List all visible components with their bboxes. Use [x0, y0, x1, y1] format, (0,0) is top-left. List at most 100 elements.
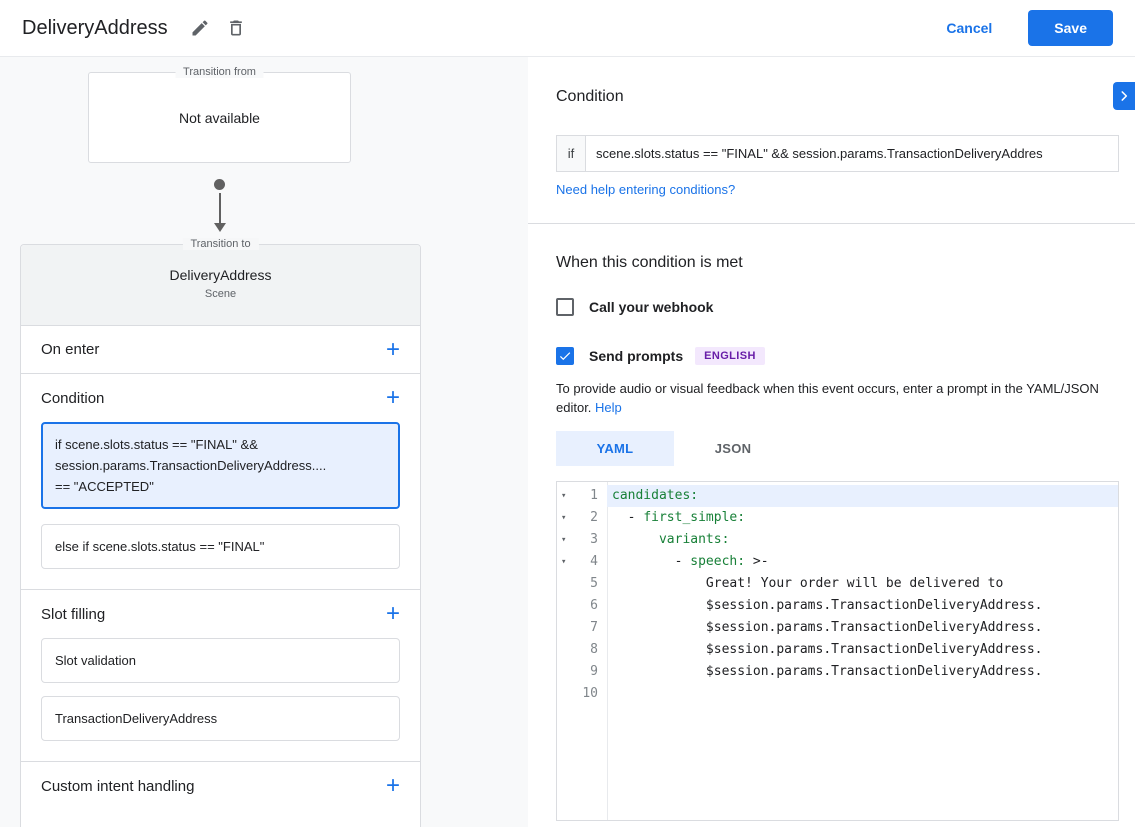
line-number: 1 [575, 485, 607, 507]
webhook-row: Call your webhook [556, 298, 713, 316]
topbar-actions: Cancel Save [946, 10, 1113, 46]
code-line[interactable]: 6 $session.params.TransactionDeliveryAdd… [557, 595, 1118, 617]
condition-expression-input[interactable] [585, 135, 1119, 172]
scene-card: Transition to DeliveryAddress Scene On e… [20, 244, 421, 827]
condition-help-link[interactable]: Need help entering conditions? [556, 182, 735, 197]
line-number: 10 [575, 683, 607, 705]
condition-label: Condition [41, 390, 104, 407]
connector-dot [214, 179, 225, 190]
edit-title-button[interactable] [182, 10, 218, 46]
line-gutter: ▾1 [557, 485, 607, 507]
section-custom-intent[interactable]: Custom intent handling + [21, 762, 420, 810]
on-enter-label: On enter [41, 341, 99, 358]
save-button[interactable]: Save [1028, 10, 1113, 46]
send-prompts-row: Send prompts ENGLISH [556, 347, 765, 365]
prompt-help-text: To provide audio or visual feedback when… [556, 379, 1119, 417]
condition-item[interactable]: if scene.slots.status == "FINAL" && sess… [41, 422, 400, 509]
scene-editor-screen: DeliveryAddress Cancel Save Transition f… [0, 0, 1135, 827]
if-prefix-label: if [556, 135, 585, 172]
add-condition-icon[interactable]: + [386, 388, 400, 408]
prompt-help-link[interactable]: Help [595, 400, 622, 415]
pencil-icon [190, 18, 210, 38]
line-gutter: ▾3 [557, 529, 607, 551]
code-line[interactable]: ▾3 variants: [557, 529, 1118, 551]
connector-arrowhead-icon [214, 223, 226, 232]
condition-detail-panel: Condition if Need help entering conditio… [528, 57, 1135, 827]
code-line[interactable]: ▾2 - first_simple: [557, 507, 1118, 529]
condition-item[interactable]: else if scene.slots.status == "FINAL" [41, 524, 400, 569]
webhook-checkbox[interactable] [556, 298, 574, 316]
custom-intent-label: Custom intent handling [41, 778, 194, 795]
prompt-help-body: To provide audio or visual feedback when… [556, 381, 1099, 415]
add-slot-icon[interactable]: + [386, 604, 400, 624]
code-text: - speech: >- [607, 551, 1118, 573]
code-line[interactable]: ▾4 - speech: >- [557, 551, 1118, 573]
code-line[interactable]: 5 Great! Your order will be delivered to [557, 573, 1118, 595]
code-text: $session.params.TransactionDeliveryAddre… [607, 639, 1118, 661]
condition-item-list: if scene.slots.status == "FINAL" && sess… [21, 422, 420, 590]
fold-arrow-icon[interactable]: ▾ [561, 485, 575, 507]
add-on-enter-icon[interactable]: + [386, 340, 400, 360]
tab-json[interactable]: JSON [674, 431, 792, 466]
slot-item[interactable]: Slot validation [41, 638, 400, 683]
fold-arrow-icon[interactable]: ▾ [561, 551, 575, 573]
code-text: $session.params.TransactionDeliveryAddre… [607, 595, 1118, 617]
delete-scene-button[interactable] [218, 10, 254, 46]
condition-heading: Condition [556, 88, 624, 106]
scene-type-label: Scene [21, 288, 420, 300]
collapse-panel-button[interactable] [1113, 82, 1135, 110]
code-line[interactable]: 7 $session.params.TransactionDeliveryAdd… [557, 617, 1118, 639]
code-line[interactable]: 9 $session.params.TransactionDeliveryAdd… [557, 661, 1118, 683]
line-gutter: 10 [557, 683, 607, 705]
line-gutter: 6 [557, 595, 607, 617]
webhook-label: Call your webhook [589, 299, 713, 315]
section-condition[interactable]: Condition + [21, 374, 420, 422]
fold-arrow-icon[interactable]: ▾ [561, 529, 575, 551]
code-line[interactable]: 10 [557, 683, 1118, 705]
line-number: 4 [575, 551, 607, 573]
transition-from-value: Not available [179, 110, 260, 126]
scene-graph-panel: Transition from Not available Transition… [0, 57, 528, 827]
scene-card-header[interactable]: Transition to DeliveryAddress Scene [21, 245, 420, 326]
line-gutter: ▾4 [557, 551, 607, 573]
code-line[interactable]: ▾1candidates: [557, 485, 1118, 507]
code-line[interactable]: 8 $session.params.TransactionDeliveryAdd… [557, 639, 1118, 661]
line-number: 5 [575, 573, 607, 595]
code-text: - first_simple: [607, 507, 1118, 529]
section-on-enter[interactable]: On enter + [21, 326, 420, 374]
line-number: 7 [575, 617, 607, 639]
trash-icon [226, 18, 246, 38]
cancel-button[interactable]: Cancel [946, 20, 992, 36]
top-bar: DeliveryAddress Cancel Save [0, 0, 1135, 57]
line-gutter: 8 [557, 639, 607, 661]
line-number: 3 [575, 529, 607, 551]
code-text: variants: [607, 529, 1118, 551]
send-prompts-checkbox[interactable] [556, 347, 574, 365]
line-gutter: 9 [557, 661, 607, 683]
checkmark-icon [558, 349, 572, 363]
add-custom-intent-icon[interactable]: + [386, 776, 400, 796]
tab-yaml[interactable]: YAML [556, 431, 674, 466]
line-number: 9 [575, 661, 607, 683]
fold-arrow-icon[interactable]: ▾ [561, 507, 575, 529]
code-text: $session.params.TransactionDeliveryAddre… [607, 661, 1118, 683]
chevron-right-icon [1117, 89, 1131, 103]
transition-to-label: Transition to [182, 238, 258, 250]
code-text: candidates: [607, 485, 1118, 507]
language-badge: ENGLISH [695, 347, 765, 365]
code-text: Great! Your order will be delivered to [607, 573, 1118, 595]
line-number: 2 [575, 507, 607, 529]
line-number: 8 [575, 639, 607, 661]
transition-connector [213, 179, 226, 232]
code-text: $session.params.TransactionDeliveryAddre… [607, 617, 1118, 639]
send-prompts-label: Send prompts [589, 348, 683, 364]
yaml-editor[interactable]: ▾1candidates:▾2 - first_simple:▾3 varian… [556, 481, 1119, 821]
page-title: DeliveryAddress [22, 17, 168, 40]
transition-from-box[interactable]: Transition from Not available [88, 72, 351, 163]
line-gutter: 5 [557, 573, 607, 595]
line-gutter: 7 [557, 617, 607, 639]
editor-tabs: YAML JSON [556, 431, 792, 466]
line-gutter: ▾2 [557, 507, 607, 529]
slot-item[interactable]: TransactionDeliveryAddress [41, 696, 400, 741]
section-slot-filling[interactable]: Slot filling + [21, 590, 420, 638]
